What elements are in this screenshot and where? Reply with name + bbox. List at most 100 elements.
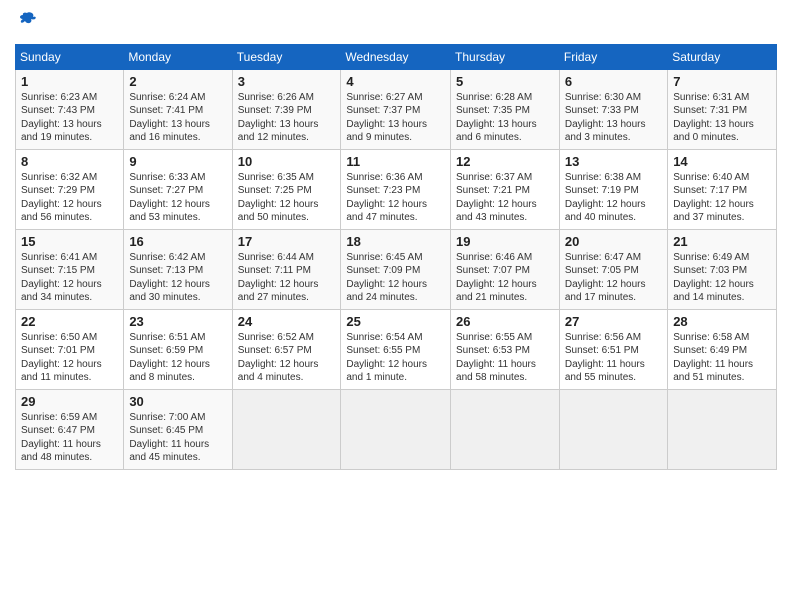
calendar-cell: 21 Sunrise: 6:49 AMSunset: 7:03 PMDaylig… [668, 229, 777, 309]
weekday-header-wednesday: Wednesday [341, 44, 451, 69]
day-number: 2 [129, 74, 226, 89]
calendar-table: SundayMondayTuesdayWednesdayThursdayFrid… [15, 44, 777, 470]
calendar-cell: 5 Sunrise: 6:28 AMSunset: 7:35 PMDayligh… [451, 69, 560, 149]
day-info: Sunrise: 6:28 AMSunset: 7:35 PMDaylight:… [456, 91, 554, 145]
day-number: 28 [673, 314, 771, 329]
day-info: Sunrise: 6:41 AMSunset: 7:15 PMDaylight:… [21, 251, 118, 305]
calendar-week-5: 29 Sunrise: 6:59 AMSunset: 6:47 PMDaylig… [16, 389, 777, 469]
calendar-cell [341, 389, 451, 469]
day-info: Sunrise: 6:26 AMSunset: 7:39 PMDaylight:… [238, 91, 336, 145]
day-info: Sunrise: 6:40 AMSunset: 7:17 PMDaylight:… [673, 171, 771, 225]
day-number: 30 [129, 394, 226, 409]
day-number: 16 [129, 234, 226, 249]
calendar-cell: 18 Sunrise: 6:45 AMSunset: 7:09 PMDaylig… [341, 229, 451, 309]
calendar-cell: 16 Sunrise: 6:42 AMSunset: 7:13 PMDaylig… [124, 229, 232, 309]
logo [15, 16, 37, 36]
day-info: Sunrise: 6:50 AMSunset: 7:01 PMDaylight:… [21, 331, 118, 385]
calendar-cell: 4 Sunrise: 6:27 AMSunset: 7:37 PMDayligh… [341, 69, 451, 149]
day-number: 8 [21, 154, 118, 169]
day-info: Sunrise: 6:37 AMSunset: 7:21 PMDaylight:… [456, 171, 554, 225]
day-info: Sunrise: 6:35 AMSunset: 7:25 PMDaylight:… [238, 171, 336, 225]
day-number: 15 [21, 234, 118, 249]
weekday-header-saturday: Saturday [668, 44, 777, 69]
day-info: Sunrise: 6:33 AMSunset: 7:27 PMDaylight:… [129, 171, 226, 225]
day-info: Sunrise: 6:52 AMSunset: 6:57 PMDaylight:… [238, 331, 336, 385]
day-number: 26 [456, 314, 554, 329]
calendar-cell [451, 389, 560, 469]
weekday-header-sunday: Sunday [16, 44, 124, 69]
day-info: Sunrise: 6:46 AMSunset: 7:07 PMDaylight:… [456, 251, 554, 305]
calendar-week-1: 1 Sunrise: 6:23 AMSunset: 7:43 PMDayligh… [16, 69, 777, 149]
calendar-cell: 26 Sunrise: 6:55 AMSunset: 6:53 PMDaylig… [451, 309, 560, 389]
logo-bird-icon [17, 11, 37, 31]
day-number: 6 [565, 74, 662, 89]
day-number: 1 [21, 74, 118, 89]
day-number: 3 [238, 74, 336, 89]
day-info: Sunrise: 6:24 AMSunset: 7:41 PMDaylight:… [129, 91, 226, 145]
day-number: 29 [21, 394, 118, 409]
day-number: 25 [346, 314, 445, 329]
calendar-body: 1 Sunrise: 6:23 AMSunset: 7:43 PMDayligh… [16, 69, 777, 469]
calendar-cell: 13 Sunrise: 6:38 AMSunset: 7:19 PMDaylig… [559, 149, 667, 229]
day-number: 22 [21, 314, 118, 329]
calendar-cell: 8 Sunrise: 6:32 AMSunset: 7:29 PMDayligh… [16, 149, 124, 229]
calendar-cell: 25 Sunrise: 6:54 AMSunset: 6:55 PMDaylig… [341, 309, 451, 389]
day-info: Sunrise: 6:47 AMSunset: 7:05 PMDaylight:… [565, 251, 662, 305]
day-info: Sunrise: 6:27 AMSunset: 7:37 PMDaylight:… [346, 91, 445, 145]
day-info: Sunrise: 6:36 AMSunset: 7:23 PMDaylight:… [346, 171, 445, 225]
weekday-header-tuesday: Tuesday [232, 44, 341, 69]
calendar-cell: 10 Sunrise: 6:35 AMSunset: 7:25 PMDaylig… [232, 149, 341, 229]
day-info: Sunrise: 6:58 AMSunset: 6:49 PMDaylight:… [673, 331, 771, 385]
calendar-cell: 14 Sunrise: 6:40 AMSunset: 7:17 PMDaylig… [668, 149, 777, 229]
calendar-cell: 11 Sunrise: 6:36 AMSunset: 7:23 PMDaylig… [341, 149, 451, 229]
day-number: 4 [346, 74, 445, 89]
calendar-header-row: SundayMondayTuesdayWednesdayThursdayFrid… [16, 44, 777, 69]
calendar-cell: 20 Sunrise: 6:47 AMSunset: 7:05 PMDaylig… [559, 229, 667, 309]
day-number: 24 [238, 314, 336, 329]
calendar-cell: 6 Sunrise: 6:30 AMSunset: 7:33 PMDayligh… [559, 69, 667, 149]
day-info: Sunrise: 6:51 AMSunset: 6:59 PMDaylight:… [129, 331, 226, 385]
day-info: Sunrise: 7:00 AMSunset: 6:45 PMDaylight:… [129, 411, 226, 465]
day-info: Sunrise: 6:38 AMSunset: 7:19 PMDaylight:… [565, 171, 662, 225]
day-info: Sunrise: 6:54 AMSunset: 6:55 PMDaylight:… [346, 331, 445, 385]
day-number: 23 [129, 314, 226, 329]
day-number: 9 [129, 154, 226, 169]
page-header [15, 10, 777, 36]
calendar-cell: 29 Sunrise: 6:59 AMSunset: 6:47 PMDaylig… [16, 389, 124, 469]
day-info: Sunrise: 6:42 AMSunset: 7:13 PMDaylight:… [129, 251, 226, 305]
day-number: 13 [565, 154, 662, 169]
day-number: 19 [456, 234, 554, 249]
calendar-week-4: 22 Sunrise: 6:50 AMSunset: 7:01 PMDaylig… [16, 309, 777, 389]
day-info: Sunrise: 6:31 AMSunset: 7:31 PMDaylight:… [673, 91, 771, 145]
day-number: 12 [456, 154, 554, 169]
day-number: 21 [673, 234, 771, 249]
weekday-header-monday: Monday [124, 44, 232, 69]
calendar-cell: 19 Sunrise: 6:46 AMSunset: 7:07 PMDaylig… [451, 229, 560, 309]
day-number: 17 [238, 234, 336, 249]
day-info: Sunrise: 6:56 AMSunset: 6:51 PMDaylight:… [565, 331, 662, 385]
calendar-cell: 1 Sunrise: 6:23 AMSunset: 7:43 PMDayligh… [16, 69, 124, 149]
calendar-week-2: 8 Sunrise: 6:32 AMSunset: 7:29 PMDayligh… [16, 149, 777, 229]
day-number: 18 [346, 234, 445, 249]
calendar-cell: 12 Sunrise: 6:37 AMSunset: 7:21 PMDaylig… [451, 149, 560, 229]
calendar-cell: 27 Sunrise: 6:56 AMSunset: 6:51 PMDaylig… [559, 309, 667, 389]
calendar-cell: 3 Sunrise: 6:26 AMSunset: 7:39 PMDayligh… [232, 69, 341, 149]
day-info: Sunrise: 6:32 AMSunset: 7:29 PMDaylight:… [21, 171, 118, 225]
calendar-cell: 22 Sunrise: 6:50 AMSunset: 7:01 PMDaylig… [16, 309, 124, 389]
calendar-cell: 17 Sunrise: 6:44 AMSunset: 7:11 PMDaylig… [232, 229, 341, 309]
day-info: Sunrise: 6:55 AMSunset: 6:53 PMDaylight:… [456, 331, 554, 385]
weekday-header-thursday: Thursday [451, 44, 560, 69]
calendar-week-3: 15 Sunrise: 6:41 AMSunset: 7:15 PMDaylig… [16, 229, 777, 309]
calendar-cell: 7 Sunrise: 6:31 AMSunset: 7:31 PMDayligh… [668, 69, 777, 149]
day-number: 7 [673, 74, 771, 89]
day-info: Sunrise: 6:45 AMSunset: 7:09 PMDaylight:… [346, 251, 445, 305]
day-info: Sunrise: 6:44 AMSunset: 7:11 PMDaylight:… [238, 251, 336, 305]
day-number: 11 [346, 154, 445, 169]
day-info: Sunrise: 6:23 AMSunset: 7:43 PMDaylight:… [21, 91, 118, 145]
day-number: 14 [673, 154, 771, 169]
calendar-cell [232, 389, 341, 469]
calendar-cell [559, 389, 667, 469]
weekday-header-friday: Friday [559, 44, 667, 69]
calendar-cell [668, 389, 777, 469]
calendar-cell: 23 Sunrise: 6:51 AMSunset: 6:59 PMDaylig… [124, 309, 232, 389]
